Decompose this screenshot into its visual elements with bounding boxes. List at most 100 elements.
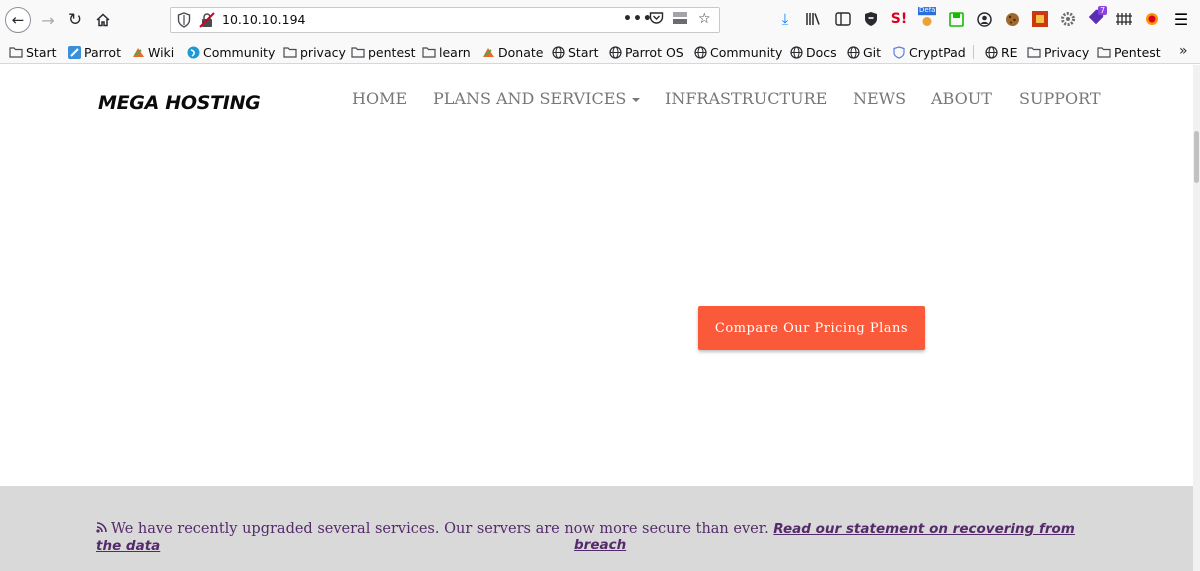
bookmark-label: Privacy bbox=[1044, 44, 1090, 60]
extension-count-badge: 7 bbox=[1098, 6, 1108, 15]
nav-infrastructure[interactable]: INFRASTRUCTURE bbox=[665, 89, 827, 108]
defaults-extension-icon[interactable]: Defa bbox=[918, 6, 936, 28]
bookmark-item[interactable]: Start bbox=[9, 43, 57, 61]
firebug-icon[interactable] bbox=[1031, 10, 1049, 28]
url-text[interactable]: 10.10.10.194 bbox=[222, 12, 306, 27]
bookmark-label: Docs bbox=[806, 44, 837, 60]
parrot-icon bbox=[67, 45, 81, 59]
browser-toolbar: ← → ↻ 10.10.10.194 ••• ☆ ⤓ S! Defa 7 ☰ bbox=[0, 0, 1200, 40]
bookmark-item[interactable]: Parrot OS bbox=[608, 43, 684, 61]
bookmark-label: Wiki bbox=[148, 44, 175, 60]
announcement-text-block: We have recently upgraded several servic… bbox=[96, 521, 1096, 554]
nav-home[interactable]: HOME bbox=[352, 89, 407, 108]
bookmark-item[interactable]: privacy bbox=[283, 43, 346, 61]
bookmark-item[interactable]: learn bbox=[422, 43, 471, 61]
bookmark-item[interactable]: Start bbox=[551, 43, 599, 61]
tag-extension-icon[interactable]: 7 bbox=[1087, 6, 1108, 28]
bookmark-label: learn bbox=[439, 44, 471, 60]
scroll-thumb[interactable] bbox=[1194, 131, 1199, 183]
bookmark-label: Parrot bbox=[84, 44, 121, 60]
forward-button[interactable]: → bbox=[35, 7, 61, 33]
nav-plans-label: PLANS AND SERVICES bbox=[433, 89, 627, 108]
address-bar[interactable]: 10.10.10.194 ••• ☆ bbox=[170, 7, 720, 33]
compare-pricing-button[interactable]: Compare Our Pricing Plans bbox=[698, 306, 925, 350]
globe-icon bbox=[551, 45, 565, 59]
tracking-shield-icon[interactable] bbox=[177, 12, 191, 28]
globe-icon bbox=[693, 45, 707, 59]
globe-icon bbox=[608, 45, 622, 59]
bookmark-label: Start bbox=[568, 44, 599, 60]
sidebar-icon[interactable] bbox=[834, 10, 852, 28]
site-logo[interactable]: MEGA HOSTING bbox=[98, 92, 261, 114]
nav-about[interactable]: ABOUT bbox=[931, 89, 992, 108]
gear-extension-icon[interactable] bbox=[1059, 10, 1077, 28]
home-button[interactable] bbox=[90, 7, 116, 33]
save-extension-icon[interactable] bbox=[947, 10, 965, 28]
shield-icon bbox=[892, 45, 906, 59]
folder-icon bbox=[422, 46, 436, 59]
globe-icon bbox=[984, 45, 998, 59]
announcement-text: We have recently upgraded several servic… bbox=[111, 521, 769, 537]
bookmark-label: Pentest bbox=[1114, 44, 1161, 60]
bookmark-item[interactable]: Privacy bbox=[1027, 43, 1089, 61]
statement-link-continued[interactable]: breach bbox=[574, 537, 626, 553]
bookmark-item[interactable]: pentest bbox=[351, 43, 416, 61]
defaults-badge: Defa bbox=[919, 6, 936, 14]
bookmark-label: CryptPad bbox=[909, 44, 966, 60]
bookmarks-bar: Start Parrot Wiki Community privacy pent… bbox=[0, 40, 1200, 64]
bookmark-item[interactable]: Community bbox=[693, 43, 782, 61]
bookmark-item[interactable]: Pentest bbox=[1097, 43, 1161, 61]
bookmark-label: Git bbox=[863, 44, 882, 60]
folder-icon bbox=[283, 46, 297, 59]
bookmark-label: Community bbox=[203, 44, 276, 60]
bookmark-item[interactable]: Git bbox=[846, 43, 881, 61]
reload-button[interactable]: ↻ bbox=[62, 7, 88, 33]
home-icon bbox=[96, 13, 110, 27]
announcement-banner: We have recently upgraded several servic… bbox=[0, 486, 1193, 571]
folder-icon bbox=[351, 46, 365, 59]
nav-plans-and-services[interactable]: PLANS AND SERVICES bbox=[433, 89, 641, 108]
bookmark-item[interactable]: Donate bbox=[481, 43, 543, 61]
back-button[interactable]: ← bbox=[5, 7, 31, 33]
scrollbar[interactable] bbox=[1193, 65, 1200, 571]
community-icon bbox=[186, 46, 200, 59]
account-icon[interactable] bbox=[975, 10, 993, 28]
folder-icon bbox=[1027, 46, 1041, 59]
bookmarks-overflow-icon[interactable]: » bbox=[1179, 43, 1188, 59]
donate-icon bbox=[481, 46, 495, 59]
downloads-icon[interactable]: ⤓ bbox=[776, 10, 794, 28]
bookmark-label: RE bbox=[1001, 44, 1018, 60]
globe-icon bbox=[789, 45, 803, 59]
bookmark-star-icon[interactable]: ☆ bbox=[698, 11, 711, 27]
bookmark-item[interactable]: CryptPad bbox=[892, 43, 966, 61]
caret-down-icon bbox=[632, 97, 641, 102]
server-icon[interactable] bbox=[672, 11, 688, 29]
bookmark-label: Parrot OS bbox=[625, 44, 684, 60]
page-content: MEGA HOSTING HOME PLANS AND SERVICES INF… bbox=[0, 65, 1200, 571]
bookmark-item[interactable]: Community bbox=[186, 43, 275, 61]
bookmark-item[interactable]: Docs bbox=[789, 43, 837, 61]
bookmark-label: privacy bbox=[300, 44, 346, 60]
bookmark-item[interactable]: Wiki bbox=[131, 43, 174, 61]
bookmark-label: Start bbox=[26, 44, 57, 60]
bookmark-item[interactable]: RE bbox=[984, 43, 1018, 61]
nav-support[interactable]: SUPPORT bbox=[1019, 89, 1101, 108]
menu-icon[interactable]: ☰ bbox=[1172, 10, 1190, 29]
bookmark-separator bbox=[973, 45, 974, 59]
bookmark-label: Donate bbox=[498, 44, 544, 60]
folder-icon bbox=[1097, 46, 1111, 59]
bookmark-label: pentest bbox=[368, 44, 416, 60]
library-icon[interactable] bbox=[804, 10, 822, 28]
insecure-lock-icon[interactable] bbox=[199, 12, 215, 28]
record-extension-icon[interactable] bbox=[1143, 10, 1161, 28]
pocket-icon[interactable] bbox=[649, 11, 664, 29]
globe-icon bbox=[846, 45, 860, 59]
ublock-shield-icon[interactable] bbox=[862, 10, 880, 28]
s-extension-icon[interactable]: S! bbox=[890, 10, 908, 28]
fence-extension-icon[interactable] bbox=[1115, 10, 1133, 28]
bookmark-label: Community bbox=[710, 44, 783, 60]
cookie-icon[interactable] bbox=[1003, 10, 1021, 28]
nav-news[interactable]: NEWS bbox=[853, 89, 906, 108]
rss-icon bbox=[96, 522, 107, 538]
bookmark-item[interactable]: Parrot bbox=[67, 43, 121, 61]
